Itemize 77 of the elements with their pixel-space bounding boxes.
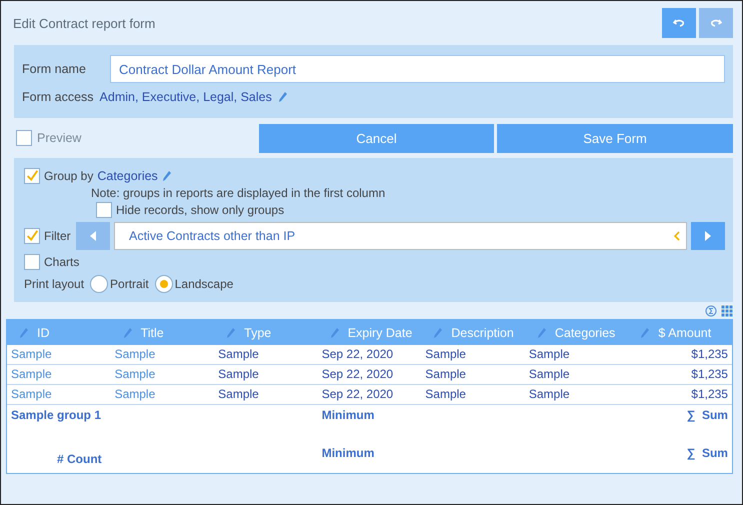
column-header[interactable]: Type <box>214 320 318 345</box>
column-header[interactable]: Title <box>110 320 214 345</box>
undo-button[interactable] <box>662 8 696 38</box>
table-cell-text: Sample <box>10 346 53 363</box>
undo-icon <box>673 18 685 28</box>
edit-icon[interactable] <box>433 326 444 338</box>
window-title: Edit Contract report form <box>13 16 156 30</box>
table-cell-text: $1,235 <box>690 366 729 383</box>
group-by-label: Group by <box>44 169 94 183</box>
summary-cell: Minimum <box>322 446 374 460</box>
form-name-label: Form name <box>22 62 87 76</box>
table-cell-text: Sep 22, 2020 <box>320 366 394 383</box>
summary-cell: ∑ Sum <box>686 446 728 460</box>
table-cell-text: Sample <box>114 366 156 383</box>
hide-records-label: Hide records, show only groups <box>116 203 284 217</box>
summary-cell: Minimum <box>322 408 374 422</box>
form-access-value: Admin, Executive, Legal, Sales <box>100 90 272 104</box>
table-cell-text: Sample <box>10 386 53 403</box>
table-cell-text: Sample <box>424 346 467 363</box>
charts-label: Charts <box>44 255 80 269</box>
grid-icon[interactable] <box>721 304 733 316</box>
filter-field[interactable]: Active Contracts other than IP <box>114 222 687 250</box>
filter-label: Filter <box>44 229 72 243</box>
charts-checkbox[interactable] <box>24 254 40 270</box>
print-layout-label: Print layout <box>24 277 84 291</box>
radio-label: Landscape <box>174 277 234 291</box>
radio-button[interactable] <box>154 275 173 293</box>
summary-cell: # Count <box>57 452 102 466</box>
sum-icon[interactable] <box>705 304 717 316</box>
table-cell-text: Sample <box>217 346 260 363</box>
column-header[interactable]: Description <box>421 320 525 345</box>
edit-icon[interactable] <box>640 326 650 338</box>
preview-label: Preview <box>37 131 82 145</box>
column-header[interactable]: $ Amount <box>628 320 732 345</box>
table-cell-text: Sample <box>424 386 467 403</box>
table-cell-text: Sample <box>114 386 156 403</box>
form-name-field[interactable]: Contract Dollar Amount Report <box>110 55 725 83</box>
triangle-right-icon <box>704 231 712 241</box>
group-by-value: Categories <box>97 169 158 183</box>
filter-checkbox[interactable] <box>24 228 40 244</box>
table-cell-text: Sample <box>528 346 571 363</box>
column-header[interactable]: Categories <box>524 320 628 345</box>
column-header[interactable]: ID <box>7 320 111 345</box>
chevron-left-icon[interactable] <box>674 231 680 241</box>
radio-label: Portrait <box>110 277 149 291</box>
edit-icon[interactable] <box>19 326 29 338</box>
table-cell-text: $1,235 <box>690 386 729 403</box>
table-cell-text: $1,235 <box>690 346 729 363</box>
table-cell-text: Sample <box>528 366 571 383</box>
redo-icon <box>710 18 722 28</box>
hide-records-checkbox[interactable] <box>96 202 112 218</box>
table-cell-text: Sample <box>217 386 260 403</box>
table-cell-text: Sep 22, 2020 <box>320 346 394 363</box>
edit-icon[interactable] <box>330 326 340 338</box>
save-button[interactable]: Save Form <box>497 124 733 152</box>
summary-cell: ∑ Sum <box>686 408 728 422</box>
edit-icon[interactable] <box>122 326 133 338</box>
table-cell-text: Sample <box>424 366 467 383</box>
triangle-left-icon <box>89 231 97 241</box>
form-access-label: Form access <box>22 90 94 104</box>
group-by-checkbox[interactable] <box>24 168 40 184</box>
cancel-button[interactable]: Cancel <box>259 124 494 152</box>
preview-checkbox[interactable] <box>16 130 32 146</box>
table-cell-text: Sample <box>10 366 53 383</box>
note-text: Note: groups in reports are displayed in the first column <box>91 186 386 200</box>
edit-icon[interactable] <box>226 326 236 338</box>
table-cell-text: Sample <box>528 386 571 403</box>
summary-cell: Sample group 1 <box>11 408 102 422</box>
table-cell-text: Sample <box>217 366 260 383</box>
column-header[interactable]: Expiry Date <box>318 320 422 345</box>
table-cell-text: Sep 22, 2020 <box>320 386 394 403</box>
table-cell-text: Sample <box>114 346 156 363</box>
edit-icon[interactable] <box>162 170 172 182</box>
next-button[interactable] <box>691 222 725 250</box>
radio-button[interactable] <box>90 275 108 293</box>
edit-icon[interactable] <box>278 91 288 103</box>
edit-icon[interactable] <box>536 326 547 338</box>
